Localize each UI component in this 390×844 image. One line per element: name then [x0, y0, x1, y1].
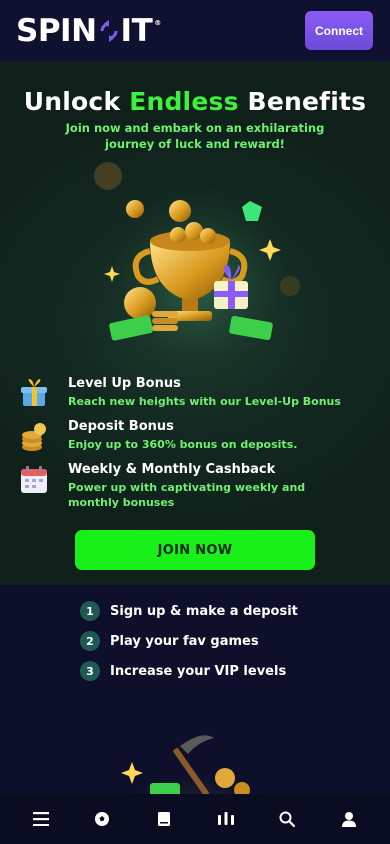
page: SPIN IT ® Connect Unlock Endless Benefit…	[0, 0, 390, 844]
hero-title-start: Unlock	[23, 87, 130, 116]
spin-arrows-icon	[98, 16, 120, 46]
benefit-desc: Enjoy up to 360% bonus on deposits.	[68, 438, 298, 451]
calendar-icon	[18, 464, 50, 496]
hero-title-end: Benefits	[238, 87, 367, 116]
menu-icon[interactable]	[21, 799, 61, 839]
benefit-title: Deposit Bonus	[68, 419, 174, 434]
benefit-desc: Reach new heights with our Level-Up Bonu…	[68, 395, 341, 408]
bottom-navigation	[0, 794, 390, 844]
step-text: Increase your VIP levels	[110, 663, 287, 679]
step-text: Sign up & make a deposit	[110, 603, 298, 619]
hero-title-highlight: Endless	[129, 87, 239, 116]
step-number: 3	[80, 661, 100, 681]
soccer-ball-icon[interactable]	[82, 799, 122, 839]
logo-text-right: IT	[120, 12, 153, 49]
benefit-deposit: Deposit Bonus Enjoy up to 360% bonus on …	[18, 419, 358, 462]
logo-text-left: SPIN	[16, 12, 97, 49]
spinit-logo[interactable]: SPIN IT ®	[16, 13, 161, 49]
user-icon[interactable]	[329, 799, 369, 839]
top-header: SPIN IT ® Connect	[0, 0, 390, 61]
search-icon[interactable]	[267, 799, 307, 839]
benefit-title: Level Up Bonus	[68, 376, 181, 391]
step-number: 2	[80, 631, 100, 651]
benefit-title: Weekly & Monthly Cashback	[68, 462, 276, 477]
step-text: Play your fav games	[110, 633, 259, 649]
step-number: 1	[80, 601, 100, 621]
hero-title: Unlock Endless Benefits	[0, 87, 390, 116]
connect-button[interactable]: Connect	[305, 11, 373, 50]
step-item: 1 Sign up & make a deposit	[80, 596, 360, 626]
registered-mark: ®	[154, 18, 161, 27]
benefit-level-up: Level Up Bonus Reach new heights with ou…	[18, 376, 358, 419]
benefit-desc: Power up with captivating weekly and mon…	[68, 481, 306, 509]
hero-section: Unlock Endless Benefits Join now and emb…	[0, 61, 390, 585]
book-icon[interactable]	[144, 799, 184, 839]
benefit-cashback: Weekly & Monthly Cashback Power up with …	[18, 462, 358, 512]
benefits-list: Level Up Bonus Reach new heights with ou…	[18, 376, 358, 512]
step-item: 3 Increase your VIP levels	[80, 656, 360, 686]
pickaxe-icon	[110, 728, 280, 828]
casino-icon[interactable]	[206, 799, 246, 839]
steps-list: 1 Sign up & make a deposit 2 Play your f…	[80, 596, 360, 686]
join-now-button[interactable]: JOIN NOW	[75, 530, 315, 570]
trophy-with-coins-icon	[90, 161, 310, 366]
gift-icon	[18, 378, 50, 410]
hero-subtitle: Join now and embark on an exhilarating j…	[65, 121, 325, 151]
coin-stack-icon	[18, 421, 50, 453]
step-item: 2 Play your fav games	[80, 626, 360, 656]
